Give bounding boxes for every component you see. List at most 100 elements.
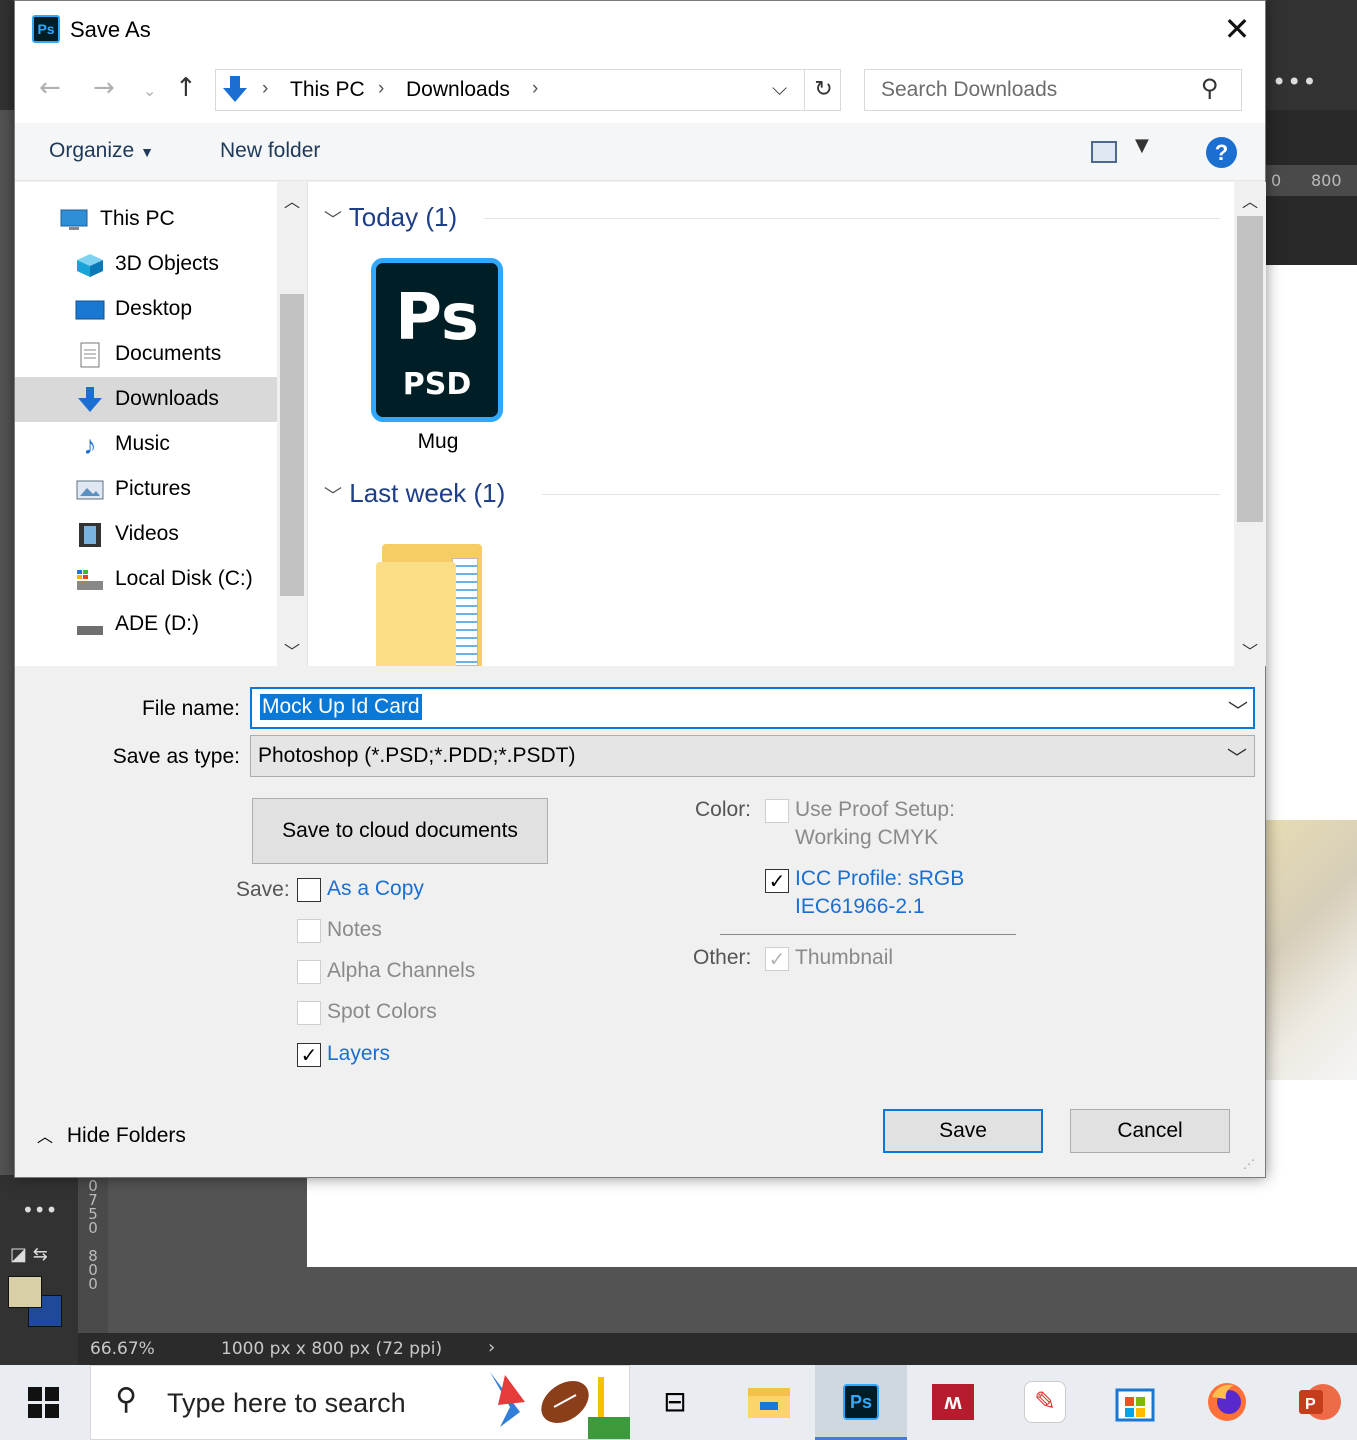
view-options-icon[interactable]: [1091, 141, 1117, 163]
help-icon[interactable]: ?: [1206, 137, 1237, 168]
mendeley-icon[interactable]: ʍ: [928, 1375, 978, 1429]
breadcrumb-separator: ›: [378, 78, 385, 99]
back-arrow-icon[interactable]: ←: [39, 73, 61, 103]
psd-icon-text: Ps: [395, 281, 479, 355]
file-scrollbar-thumb[interactable]: [1237, 216, 1263, 522]
icc-profile-value[interactable]: IEC61966-2.1: [795, 895, 925, 919]
search-input[interactable]: Search Downloads: [881, 78, 1057, 102]
address-bar[interactable]: › This PC › Downloads › ⌵ ↻: [215, 69, 841, 111]
breadcrumb-downloads[interactable]: Downloads: [406, 78, 510, 102]
file-list-pane: ﹀ Today (1) Ps PSD Mug ﹀ Last week (1) ︿…: [308, 182, 1266, 666]
taskbar-search-input[interactable]: Type here to search: [167, 1388, 406, 1419]
nav-scrollbar-thumb[interactable]: [280, 294, 304, 596]
save-button[interactable]: Save: [883, 1109, 1043, 1153]
as-a-copy-label[interactable]: As a Copy: [327, 877, 424, 901]
nav-item-desktop[interactable]: Desktop: [15, 287, 277, 332]
store-icon[interactable]: [1110, 1375, 1160, 1429]
nav-item-videos[interactable]: Videos: [15, 512, 277, 557]
psd-file-icon[interactable]: Ps PSD: [371, 258, 503, 422]
photoshop-icon[interactable]: Ps: [836, 1375, 886, 1429]
file-name-input[interactable]: Mock Up Id Card: [260, 694, 422, 720]
close-icon[interactable]: ✕: [1219, 11, 1255, 47]
hide-folders-label: Hide Folders: [66, 1124, 186, 1147]
dialog-title: Save As: [70, 17, 151, 42]
chevron-down-icon[interactable]: ﹀: [284, 638, 300, 662]
recent-locations-icon[interactable]: ⌄: [143, 81, 156, 100]
refresh-icon[interactable]: ↻: [804, 70, 842, 110]
use-proof-setup-checkbox: [765, 799, 789, 823]
nav-item-label: This PC: [100, 207, 175, 230]
icc-profile-label[interactable]: ICC Profile: sRGB: [795, 867, 964, 891]
cube-icon: [77, 254, 103, 277]
alpha-channels-label: Alpha Channels: [327, 959, 476, 982]
nav-item-label: Documents: [115, 342, 222, 365]
nav-item-music[interactable]: ♪ Music: [15, 422, 277, 467]
more-options-icon[interactable]: •••: [1272, 68, 1317, 96]
nav-item-this-pc[interactable]: This PC: [15, 197, 277, 242]
search-box[interactable]: Search Downloads ⚲: [864, 69, 1242, 111]
save-type-select[interactable]: Photoshop (*.PSD;*.PDD;*.PSDT) ﹀: [250, 735, 1255, 777]
as-a-copy-checkbox[interactable]: [297, 878, 321, 902]
layers-checkbox[interactable]: ✓: [297, 1043, 321, 1067]
file-explorer-icon[interactable]: [744, 1375, 794, 1429]
powerpoint-icon[interactable]: P: [1294, 1375, 1344, 1429]
nav-item-3d-objects[interactable]: 3D Objects: [15, 242, 277, 287]
pen-app-icon[interactable]: ✎: [1020, 1375, 1070, 1429]
notes-label: Notes: [327, 918, 382, 941]
caret-down-icon: ▼: [140, 144, 154, 160]
chevron-down-icon[interactable]: ﹀: [1242, 638, 1258, 662]
icc-profile-checkbox[interactable]: ✓: [765, 869, 789, 893]
notes-checkbox: [297, 919, 321, 943]
chevron-up-icon[interactable]: ︿: [284, 188, 300, 212]
caret-down-icon[interactable]: ▼: [1135, 135, 1149, 156]
group-header-label: Last week (1): [349, 478, 506, 508]
file-name-label[interactable]: Mug: [378, 430, 498, 454]
layers-label[interactable]: Layers: [327, 1042, 390, 1066]
save-to-cloud-button[interactable]: Save to cloud documents: [252, 798, 548, 864]
chevron-down-icon[interactable]: ⌵: [772, 76, 787, 100]
nav-item-ade-drive[interactable]: ADE (D:): [15, 602, 277, 647]
forward-arrow-icon[interactable]: →: [93, 73, 115, 103]
task-view-icon[interactable]: ⊟: [650, 1375, 700, 1429]
spot-colors-checkbox: [297, 1001, 321, 1025]
cancel-button[interactable]: Cancel: [1070, 1109, 1230, 1153]
file-name-label: File name:: [141, 697, 240, 720]
swap-colors-icon[interactable]: ◪ ⇆: [10, 1244, 48, 1265]
nav-item-downloads[interactable]: Downloads: [15, 377, 277, 422]
breadcrumb-separator[interactable]: ›: [532, 78, 538, 100]
chevron-right-icon[interactable]: ›: [488, 1337, 495, 1358]
search-highlight-icon[interactable]: [480, 1367, 630, 1439]
group-header-today[interactable]: ﹀ Today (1): [324, 202, 457, 233]
chevron-down-icon[interactable]: ﹀: [1228, 695, 1248, 724]
windows-logo-icon: [45, 1404, 59, 1418]
new-folder-button[interactable]: New folder: [220, 139, 320, 163]
more-tools-icon[interactable]: •••: [22, 1198, 57, 1222]
taskbar: ⚲ Type here to search ⊟ Ps ʍ ✎ P: [0, 1365, 1357, 1440]
resize-grip-icon[interactable]: ⋰: [1243, 1157, 1255, 1171]
organize-menu[interactable]: Organize ▼: [49, 139, 154, 163]
nav-item-label: Pictures: [115, 477, 191, 500]
horizontal-ruler: 0 800: [1265, 165, 1357, 197]
chevron-down-icon[interactable]: ﹀: [1227, 742, 1247, 771]
thumbnail-checkbox: ✓: [765, 947, 789, 971]
nav-item-pictures[interactable]: Pictures: [15, 467, 277, 512]
navigation-pane: This PC 3D Objects Desktop Documents Dow…: [15, 182, 307, 666]
title-bar: Ps Save As ✕: [15, 1, 1265, 59]
spot-colors-label: Spot Colors: [327, 1000, 437, 1023]
command-bar: Organize ▼ New folder ▼ ?: [15, 123, 1265, 181]
file-name-field[interactable]: Mock Up Id Card ﹀: [250, 687, 1255, 729]
thumbnail-label: Thumbnail: [795, 946, 894, 969]
group-header-last-week[interactable]: ﹀ Last week (1): [324, 478, 505, 509]
hide-folders-toggle[interactable]: ︿ Hide Folders: [37, 1123, 186, 1148]
chevron-up-icon[interactable]: ︿: [1242, 188, 1258, 212]
breadcrumb-this-pc[interactable]: This PC: [290, 78, 365, 102]
computer-icon: [60, 209, 88, 230]
nav-item-local-disk[interactable]: Local Disk (C:): [15, 557, 277, 602]
zoom-level[interactable]: 66.67%: [90, 1339, 155, 1359]
up-arrow-icon[interactable]: ↑: [175, 73, 197, 103]
start-button[interactable]: [0, 1365, 88, 1440]
foreground-color-swatch[interactable]: [8, 1276, 42, 1308]
firefox-icon[interactable]: [1202, 1375, 1252, 1429]
nav-item-documents[interactable]: Documents: [15, 332, 277, 377]
folder-flap: [376, 562, 456, 666]
